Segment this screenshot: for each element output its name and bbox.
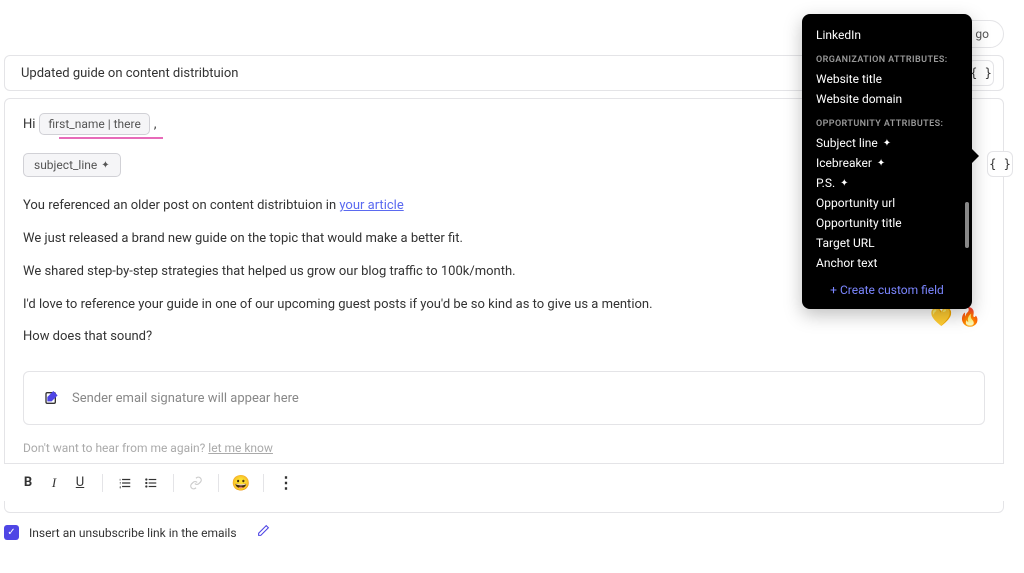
bold-button[interactable]: B (20, 475, 36, 491)
greeting-suffix: , (154, 117, 157, 132)
org-attributes-header: ORGANIZATION ATTRIBUTES: (802, 45, 972, 69)
sparkle-icon: ✦ (840, 178, 848, 189)
first-name-token[interactable]: first_name | there (39, 113, 149, 135)
unsub-prefix: Don't want to hear from me again? (23, 441, 208, 455)
variable-item-target-url[interactable]: Target URL (802, 233, 972, 253)
unsub-link[interactable]: let me know (208, 441, 273, 455)
ordered-list-icon (118, 476, 132, 490)
sparkle-icon: ✦ (101, 160, 109, 171)
sparkle-icon: ✦ (883, 138, 891, 149)
underline-button[interactable]: U (72, 475, 88, 491)
ordered-list-button[interactable] (117, 475, 133, 491)
body-paragraph-5: How does that sound? (23, 328, 985, 347)
edit-icon (44, 390, 60, 406)
variable-item-website-domain[interactable]: Website domain (802, 89, 972, 109)
subject-text: Updated guide on content distribtuion (21, 66, 238, 81)
unsubscribe-checkbox-row: ✓ Insert an unsubscribe link in the emai… (4, 524, 270, 541)
emoji-button[interactable]: 😀 (233, 475, 249, 491)
more-options-button[interactable]: ⋮ (278, 475, 294, 491)
reaction-stickers: 💛 🔥 (930, 307, 981, 328)
tooltip-scrollbar[interactable] (965, 202, 969, 248)
variable-item-subject-line[interactable]: Subject line✦ (802, 133, 972, 153)
variable-item-opportunity-title[interactable]: Opportunity title (802, 213, 972, 233)
variable-item-website-title[interactable]: Website title (802, 69, 972, 89)
unsubscribe-checkbox-label: Insert an unsubscribe link in the emails (29, 526, 237, 540)
insert-variable-button-body[interactable]: { } (987, 151, 1013, 177)
variable-item-linkedin[interactable]: LinkedIn (802, 28, 972, 45)
signature-text: Sender email signature will appear here (72, 391, 299, 406)
unsubscribe-line: Don't want to hear from me again? let me… (23, 441, 985, 455)
heart-sticker[interactable]: 💛 (930, 307, 952, 328)
signature-placeholder[interactable]: Sender email signature will appear here (23, 371, 985, 425)
spellcheck-underline (59, 137, 163, 139)
variable-item-opportunity-url[interactable]: Opportunity url (802, 193, 972, 213)
italic-button[interactable]: I (46, 475, 62, 491)
unordered-list-button[interactable] (143, 475, 159, 491)
opp-attributes-header: OPPORTUNITY ATTRIBUTES: (802, 109, 972, 133)
subject-line-variable-chip[interactable]: subject_line ✦ (23, 153, 121, 177)
variable-picker-panel[interactable]: LinkedIn ORGANIZATION ATTRIBUTES: Websit… (802, 14, 972, 309)
unordered-list-icon (144, 476, 158, 490)
variable-item-icebreaker[interactable]: Icebreaker✦ (802, 153, 972, 173)
edit-unsubscribe-button[interactable] (257, 524, 270, 541)
toolbar-separator (173, 474, 174, 492)
chip-label: subject_line (34, 158, 97, 172)
unsubscribe-checkbox[interactable]: ✓ (4, 525, 19, 540)
flame-sticker[interactable]: 🔥 (959, 307, 981, 328)
link-button[interactable] (188, 475, 204, 491)
toolbar-separator (218, 474, 219, 492)
pencil-icon (257, 524, 270, 537)
greeting-prefix: Hi (23, 117, 35, 132)
p1-text: You referenced an older post on content … (23, 198, 339, 213)
toolbar-separator (263, 474, 264, 492)
formatting-toolbar: B I U 😀 ⋮ (4, 463, 1004, 501)
variable-item-anchor-text[interactable]: Anchor text (802, 253, 972, 273)
your-article-link[interactable]: your article (339, 198, 403, 213)
create-custom-field-link[interactable]: + Create custom field (802, 273, 972, 299)
variable-item-ps[interactable]: P.S.✦ (802, 173, 972, 193)
sparkle-icon: ✦ (877, 158, 885, 169)
toolbar-separator (102, 474, 103, 492)
link-icon (189, 476, 203, 490)
